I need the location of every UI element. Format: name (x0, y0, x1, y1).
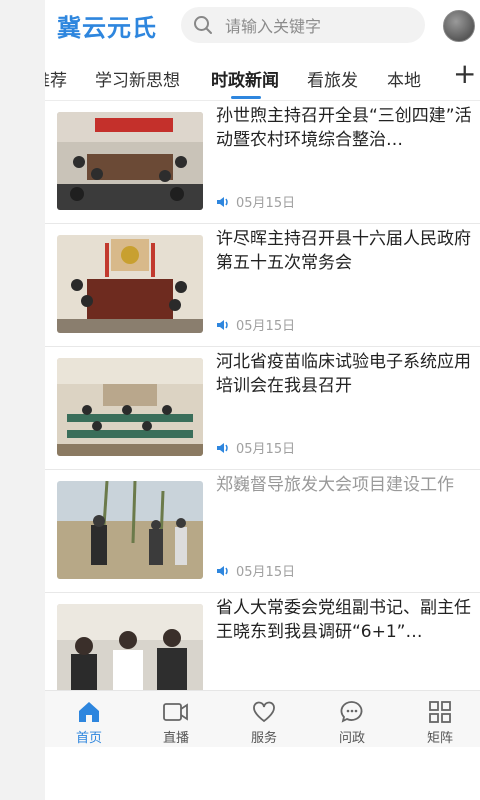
news-title: 许尽晖主持召开县十六届人民政府第五十五次常务会 (216, 229, 471, 273)
speaker-icon[interactable] (216, 441, 230, 455)
nav-service-label: 服务 (250, 731, 277, 746)
search-placeholder[interactable]: 请输入关键字 (225, 13, 321, 37)
speaker-icon[interactable] (216, 318, 230, 332)
app-logo: 冀云元氏 (57, 14, 157, 42)
news-date: 05月15日 (236, 319, 296, 334)
nav-inquiry-label: 问政 (338, 731, 365, 746)
news-item[interactable]: 省人大常委会党组副书记、副主任王晓东到我县调研“6+1”… (45, 592, 480, 690)
nav-inquiry[interactable]: 问政 (317, 699, 387, 746)
news-item[interactable]: 郑巍督导旅发大会项目建设工作 05月15日 (45, 469, 480, 593)
news-title: 省人大常委会党组副书记、副主任王晓东到我县调研“6+1”… (216, 598, 471, 642)
grid-icon (429, 701, 451, 723)
news-date: 05月15日 (236, 196, 296, 211)
news-title: 郑巍督导旅发大会项目建设工作 (216, 475, 454, 495)
chat-icon (340, 701, 363, 723)
bottom-nav-bar: 首页 直播 服务 问政 矩阵 (45, 690, 480, 747)
heart-icon (253, 701, 275, 723)
video-icon (163, 703, 188, 721)
speaker-icon[interactable] (216, 564, 230, 578)
nav-home-label: 首页 (75, 731, 102, 746)
news-thumbnail (57, 112, 203, 210)
news-meta: 05月15日 (216, 561, 295, 580)
nav-service[interactable]: 服务 (229, 699, 299, 746)
news-meta: 05月15日 (216, 438, 295, 457)
news-item[interactable]: 许尽晖主持召开县十六届人民政府第五十五次常务会 05月15日 (45, 223, 480, 347)
tab-recommend[interactable]: 推荐 (45, 66, 67, 91)
news-title: 孙世煦主持召开全县“三创四建”活动暨农村环境综合整治… (216, 106, 472, 150)
nav-matrix-label: 矩阵 (426, 731, 453, 746)
tab-local[interactable]: 本地 (387, 66, 421, 91)
top-bar: 冀云元氏 请输入关键字 (45, 0, 480, 52)
tab-tourism[interactable]: 看旅发 (307, 66, 358, 91)
news-date: 05月15日 (236, 442, 296, 457)
news-thumbnail (57, 358, 203, 456)
tab-politics-news[interactable]: 时政新闻 (211, 66, 279, 91)
channel-tabs: 推荐 学习新思想 时政新闻 看旅发 本地 + (45, 52, 480, 101)
news-thumbnail (57, 604, 203, 690)
search-icon (194, 16, 212, 34)
news-date: 05月15日 (236, 565, 296, 580)
avatar[interactable] (443, 10, 475, 42)
tab-study[interactable]: 学习新思想 (95, 66, 180, 91)
search-bar[interactable]: 请输入关键字 (181, 7, 425, 43)
add-channel-button[interactable]: + (453, 60, 476, 88)
news-list: 孙世煦主持召开全县“三创四建”活动暨农村环境综合整治… 05月15日 许尽晖主持… (45, 100, 480, 690)
news-item[interactable]: 孙世煦主持召开全县“三创四建”活动暨农村环境综合整治… 05月15日 (45, 100, 480, 224)
news-title: 河北省疫苗临床试验电子系统应用培训会在我县召开 (216, 352, 471, 396)
news-thumbnail (57, 481, 203, 579)
nav-matrix[interactable]: 矩阵 (405, 699, 475, 746)
news-item[interactable]: 河北省疫苗临床试验电子系统应用培训会在我县召开 05月15日 (45, 346, 480, 470)
home-icon (79, 702, 99, 722)
active-tab-indicator (231, 96, 261, 99)
news-meta: 05月15日 (216, 315, 295, 334)
news-meta: 05月15日 (216, 192, 295, 211)
app-screen: 冀云元氏 请输入关键字 推荐 学习新思想 时政新闻 看旅发 本地 + (45, 0, 480, 800)
speaker-icon[interactable] (216, 195, 230, 209)
nav-live[interactable]: 直播 (141, 699, 211, 746)
news-thumbnail (57, 235, 203, 333)
nav-home[interactable]: 首页 (54, 699, 124, 746)
nav-live-label: 直播 (162, 731, 189, 746)
